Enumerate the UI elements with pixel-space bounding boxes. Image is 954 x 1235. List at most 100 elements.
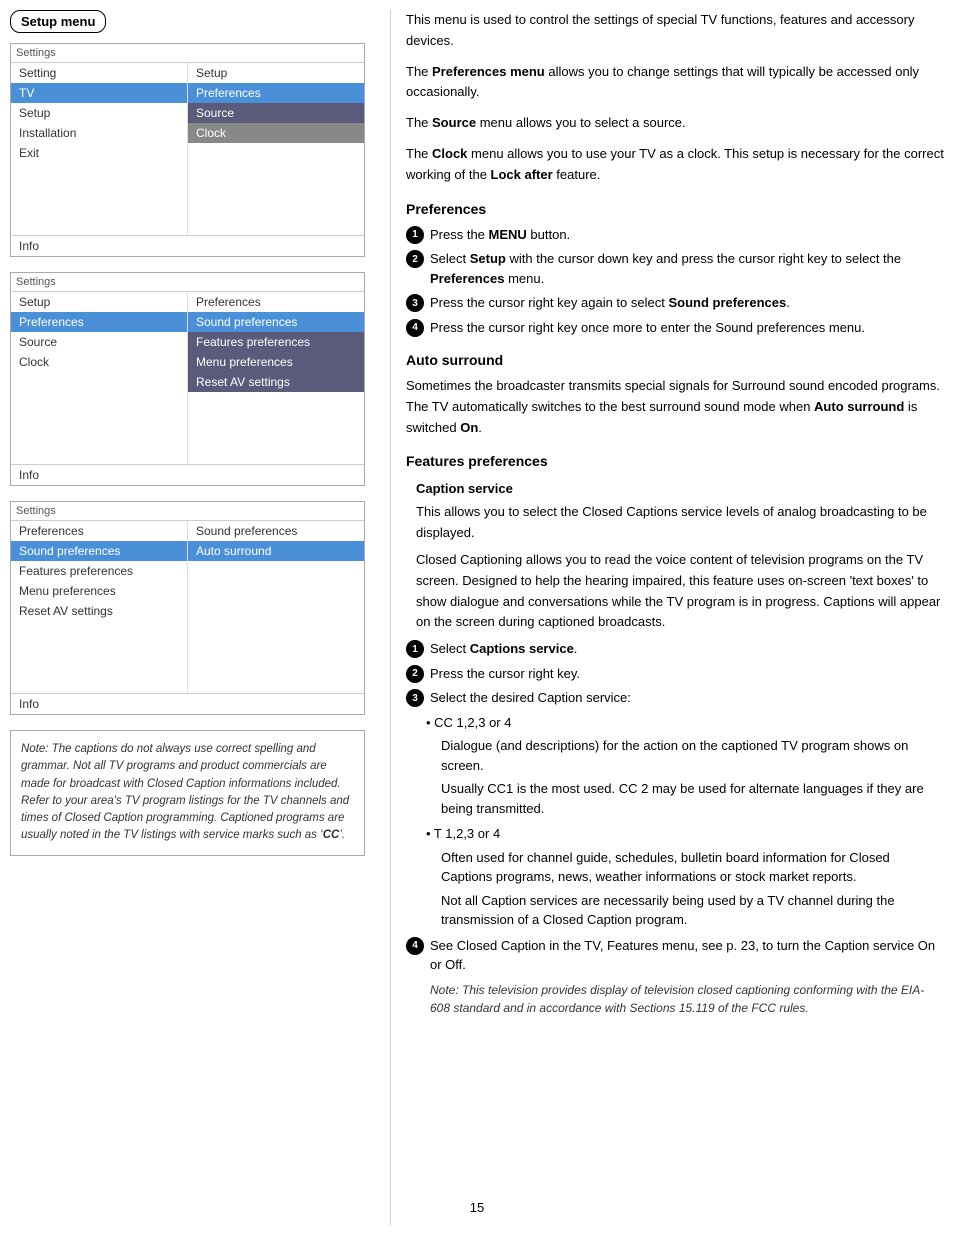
panel3-item-features[interactable]: Features preferences xyxy=(11,561,187,581)
panel1-item-exit[interactable]: Exit xyxy=(11,143,187,163)
panel3-item-sound[interactable]: Sound preferences xyxy=(11,541,187,561)
pref-step-4-text: Press the cursor right key once more to … xyxy=(430,318,865,338)
caption-step-4-text: See Closed Caption in the TV, Features m… xyxy=(430,936,944,975)
intro-para-2: The Preferences menu allows you to chang… xyxy=(406,62,944,104)
panel1-col2: Setup Preferences Source Clock xyxy=(188,63,364,235)
panel3-item-menu[interactable]: Menu preferences xyxy=(11,581,187,601)
panel1-footer: Info xyxy=(11,235,364,256)
pref-step-4-number: 4 xyxy=(406,319,424,337)
auto-surround-title: Auto surround xyxy=(406,352,944,368)
panel2-item-source[interactable]: Source xyxy=(11,332,187,352)
panel3-empty3 xyxy=(11,657,187,675)
pref-step-1: 1 Press the MENU button. xyxy=(406,225,944,245)
panel3-col1: Preferences Sound preferences Features p… xyxy=(11,521,188,693)
pref-step-2-text: Select Setup with the cursor down key an… xyxy=(430,249,944,288)
left-column: Setup menu Settings Setting TV Setup Ins… xyxy=(10,10,390,1225)
caption-service-subtitle: Caption service xyxy=(406,481,944,496)
caption-body-1: This allows you to select the Closed Cap… xyxy=(406,502,944,544)
pref-step-1-number: 1 xyxy=(406,226,424,244)
panel3-item-pref[interactable]: Preferences xyxy=(11,521,187,541)
panel2-empty4 xyxy=(11,426,187,444)
panel3-empty4 xyxy=(11,675,187,693)
panel2-empty1 xyxy=(11,372,187,390)
bullet-cc-header: • CC 1,2,3 or 4 xyxy=(426,713,944,733)
pref-step-3-number: 3 xyxy=(406,294,424,312)
panel1-col1: Setting TV Setup Installation Exit xyxy=(11,63,188,235)
panel1-item-empty3 xyxy=(11,199,187,217)
panel1-item-installation[interactable]: Installation xyxy=(11,123,187,143)
panel2-col2-empty3 xyxy=(188,428,364,446)
panel3-col2-empty7 xyxy=(188,669,364,687)
panel3-col2-empty2 xyxy=(188,579,364,597)
setup-menu-header: Setup menu xyxy=(10,10,106,33)
note-box: Note: The captions do not always use cor… xyxy=(10,730,365,856)
panel3-header: Settings xyxy=(11,502,364,521)
panel3-col2-empty5 xyxy=(188,633,364,651)
panel3-col2-empty6 xyxy=(188,651,364,669)
panel3-col2-empty4 xyxy=(188,615,364,633)
pref-step-3: 3 Press the cursor right key again to se… xyxy=(406,293,944,313)
bullet-t-line1: Often used for channel guide, schedules,… xyxy=(426,848,944,887)
bullet-cc-line1: Dialogue (and descriptions) for the acti… xyxy=(426,736,944,775)
pref-step-2: 2 Select Setup with the cursor down key … xyxy=(406,249,944,288)
panel1-col2-setup: Setup xyxy=(188,63,364,83)
caption-step-3-number: 3 xyxy=(406,689,424,707)
caption-step-2: 2 Press the cursor right key. xyxy=(406,664,944,684)
panel1-col2-empty2 xyxy=(188,161,364,179)
panel2-footer: Info xyxy=(11,464,364,485)
settings-panel-2: Settings Setup Preferences Source Clock … xyxy=(10,272,365,486)
caption-step-2-text: Press the cursor right key. xyxy=(430,664,580,684)
preferences-section-title: Preferences xyxy=(406,201,944,217)
panel2-col2: Preferences Sound preferences Features p… xyxy=(188,292,364,464)
panel1-col2-clock[interactable]: Clock xyxy=(188,123,364,143)
panel2-col2-menu[interactable]: Menu preferences xyxy=(188,352,364,372)
caption-body-2: Closed Captioning allows you to read the… xyxy=(406,550,944,633)
pref-step-1-text: Press the MENU button. xyxy=(430,225,570,245)
bullet-t-line2: Not all Caption services are necessarily… xyxy=(426,891,944,930)
panel2-header: Settings xyxy=(11,273,364,292)
settings-panel-1: Settings Setting TV Setup Installation E… xyxy=(10,43,365,257)
caption-step-1-text: Select Captions service. xyxy=(430,639,577,659)
settings-panel-3: Settings Preferences Sound preferences F… xyxy=(10,501,365,715)
panel3-col2-empty3 xyxy=(188,597,364,615)
panel1-col2-source[interactable]: Source xyxy=(188,103,364,123)
panel2-item-setup[interactable]: Setup xyxy=(11,292,187,312)
panel2-item-clock[interactable]: Clock xyxy=(11,352,187,372)
panel2-col2-features[interactable]: Features preferences xyxy=(188,332,364,352)
panel3-item-reset[interactable]: Reset AV settings xyxy=(11,601,187,621)
caption-note-italic: Note: This television provides display o… xyxy=(406,981,944,1017)
panel3-col2-auto[interactable]: Auto surround xyxy=(188,541,364,561)
panel3-empty1 xyxy=(11,621,187,639)
panel3-col2: Sound preferences Auto surround xyxy=(188,521,364,693)
panel3-footer: Info xyxy=(11,693,364,714)
caption-step-1: 1 Select Captions service. xyxy=(406,639,944,659)
bullet-cc: • CC 1,2,3 or 4 Dialogue (and descriptio… xyxy=(426,713,944,819)
panel3-col2-empty1 xyxy=(188,561,364,579)
intro-para-3: The Source menu allows you to select a s… xyxy=(406,113,944,134)
panel2-col2-pref-hdr: Preferences xyxy=(188,292,364,312)
caption-step-3: 3 Select the desired Caption service: xyxy=(406,688,944,708)
panel1-item-empty4 xyxy=(11,217,187,235)
bullet-t-header: • T 1,2,3 or 4 xyxy=(426,824,944,844)
pref-step-3-text: Press the cursor right key again to sele… xyxy=(430,293,790,313)
panel3-col2-sound-hdr: Sound preferences xyxy=(188,521,364,541)
panel1-item-tv[interactable]: TV xyxy=(11,83,187,103)
panel1-col2-empty1 xyxy=(188,143,364,161)
caption-step-3-text: Select the desired Caption service: xyxy=(430,688,631,708)
panel1-col2-preferences[interactable]: Preferences xyxy=(188,83,364,103)
panel1-col2-empty5 xyxy=(188,215,364,233)
panel3-empty2 xyxy=(11,639,187,657)
panel1-col2-empty4 xyxy=(188,197,364,215)
pref-step-4: 4 Press the cursor right key once more t… xyxy=(406,318,944,338)
panel1-item-setting: Setting xyxy=(11,63,187,83)
panel2-col2-empty2 xyxy=(188,410,364,428)
panel2-col2-sound[interactable]: Sound preferences xyxy=(188,312,364,332)
bullet-t: • T 1,2,3 or 4 Often used for channel gu… xyxy=(426,824,944,930)
caption-step-1-number: 1 xyxy=(406,640,424,658)
panel2-col2-reset[interactable]: Reset AV settings xyxy=(188,372,364,392)
right-column: This menu is used to control the setting… xyxy=(390,10,944,1225)
panel2-col2-empty1 xyxy=(188,392,364,410)
panel2-item-preferences[interactable]: Preferences xyxy=(11,312,187,332)
panel1-item-setup[interactable]: Setup xyxy=(11,103,187,123)
setup-menu-label: Setup menu xyxy=(21,14,95,29)
